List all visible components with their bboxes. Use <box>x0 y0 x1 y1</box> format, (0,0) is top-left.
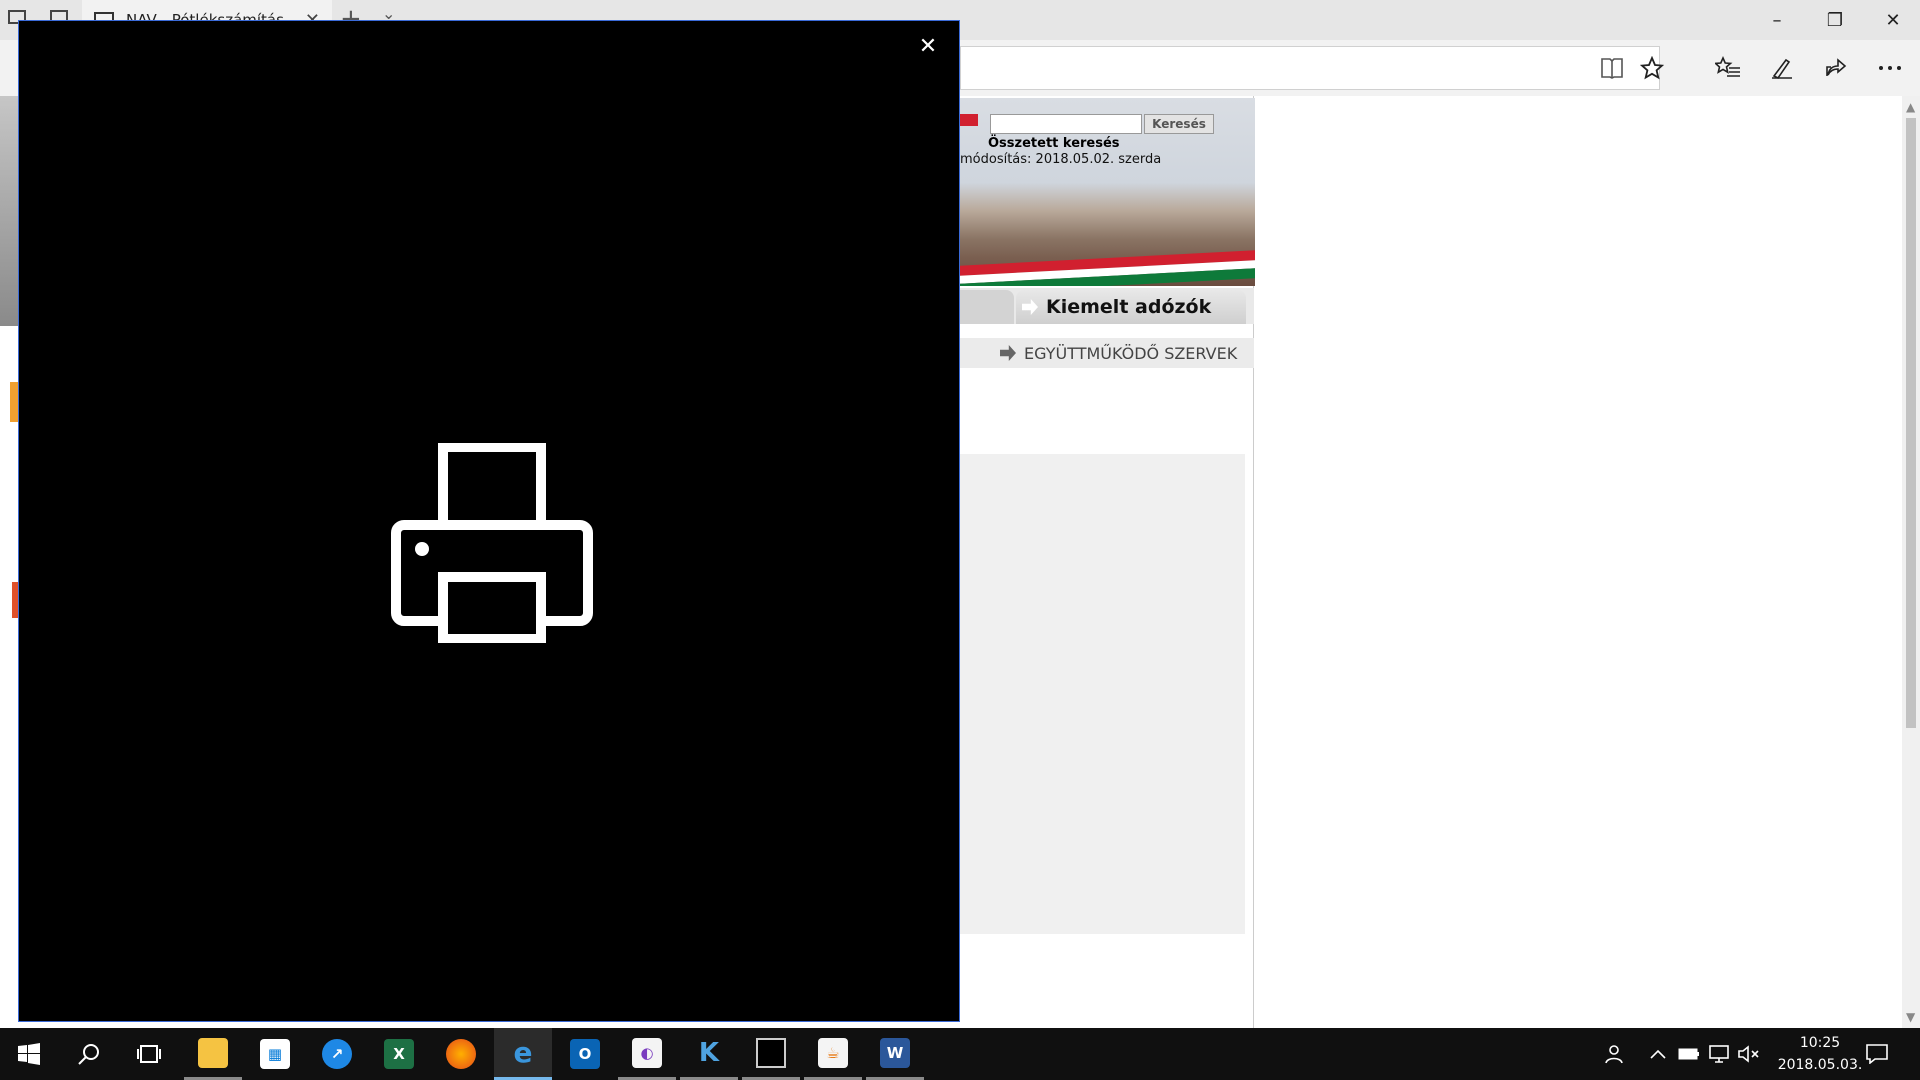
task-view-button[interactable] <box>120 1028 178 1080</box>
chevron-up-icon[interactable] <box>1650 1028 1666 1080</box>
print-dialog: ✕ <box>18 20 960 1022</box>
folder-icon <box>198 1037 228 1068</box>
word-icon: W <box>880 1037 910 1068</box>
taskbar-terminal[interactable] <box>742 1028 800 1080</box>
advanced-search-link[interactable]: Összetett keresés <box>988 136 1120 151</box>
battery-icon[interactable] <box>1678 1028 1700 1080</box>
last-modified-text: módosítás: 2018.05.02. szerda <box>960 152 1162 167</box>
content-panel <box>960 454 1245 934</box>
banner-fragment <box>0 96 20 326</box>
tab-featured-taxpayers[interactable]: Kiemelt adózók <box>1016 290 1246 324</box>
taskbar-word[interactable]: W <box>866 1028 924 1080</box>
arrow-right-icon <box>1000 345 1016 361</box>
taskbar-safari[interactable]: ↗ <box>308 1028 366 1080</box>
clock-time: 10:25 <box>1799 1035 1841 1051</box>
page-left-edge <box>0 96 20 1028</box>
volume-muted-icon[interactable] <box>1738 1028 1760 1080</box>
arrow-right-icon <box>1022 299 1038 315</box>
taskbar-excel[interactable]: X <box>370 1028 428 1080</box>
taskbar-store[interactable]: ▦ <box>246 1028 304 1080</box>
search-icon <box>78 1044 99 1065</box>
language-flag-icon[interactable] <box>960 114 978 126</box>
search-input[interactable] <box>990 114 1142 134</box>
start-button[interactable] <box>0 1028 58 1080</box>
close-icon[interactable]: ✕ <box>913 31 943 61</box>
minimize-button[interactable]: – <box>1750 0 1804 40</box>
search-button[interactable] <box>60 1028 118 1080</box>
taskbar-java[interactable]: ☕ <box>804 1028 862 1080</box>
taskbar-edge[interactable]: e <box>494 1028 552 1080</box>
partners-label: EGYÜTTMŰKÖDŐ SZERVEK <box>1024 343 1238 363</box>
k-app-icon: K <box>698 1037 720 1068</box>
share-icon[interactable] <box>1818 50 1854 86</box>
edge-icon: e <box>513 1036 533 1069</box>
close-window-button[interactable]: ✕ <box>1866 0 1920 40</box>
app-icon: ◐ <box>632 1037 662 1068</box>
taskbar-outlook[interactable]: O <box>556 1028 614 1080</box>
partners-link[interactable]: EGYÜTTMŰKÖDŐ SZERVEK <box>960 338 1254 368</box>
terminal-icon <box>756 1037 786 1068</box>
search-button[interactable]: Keresés <box>1144 114 1214 134</box>
excel-icon: X <box>384 1039 414 1069</box>
compass-icon: ↗ <box>322 1039 352 1069</box>
favorites-hub-icon[interactable] <box>1710 50 1746 86</box>
tab-featured-label: Kiemelt adózók <box>1046 296 1212 318</box>
windows-icon <box>18 1043 40 1065</box>
people-icon[interactable] <box>1602 1028 1626 1080</box>
firefox-icon <box>446 1039 476 1069</box>
outlook-icon: O <box>570 1039 600 1069</box>
printer-icon <box>391 443 593 643</box>
address-bar[interactable] <box>960 46 1660 90</box>
taskbar: ▦ ↗ X e O ◐ K ☕ W 10:25 2018.05.03. <box>0 1028 1920 1080</box>
network-icon[interactable] <box>1708 1028 1730 1080</box>
java-icon: ☕ <box>818 1037 848 1068</box>
page-tabs: Kiemelt adózók <box>960 288 1254 324</box>
scroll-down-icon[interactable]: ▼ <box>1906 1010 1915 1024</box>
more-icon[interactable] <box>1872 50 1908 86</box>
taskbar-file-explorer[interactable] <box>184 1028 242 1080</box>
page-tab-previous[interactable] <box>960 290 1014 324</box>
task-view-icon <box>137 1045 161 1063</box>
scroll-up-icon[interactable]: ▲ <box>1906 100 1915 114</box>
vertical-scrollbar[interactable]: ▲ ▼ <box>1902 96 1920 1028</box>
scroll-thumb[interactable] <box>1906 118 1916 728</box>
store-icon: ▦ <box>260 1039 290 1069</box>
favorite-star-icon[interactable] <box>1634 50 1670 86</box>
taskbar-app-generic[interactable]: ◐ <box>618 1028 676 1080</box>
restore-button[interactable]: ❐ <box>1808 0 1862 40</box>
taskbar-app-k[interactable]: K <box>680 1028 738 1080</box>
notifications-icon[interactable] <box>1866 1028 1888 1080</box>
reading-view-icon[interactable] <box>1594 50 1630 86</box>
clock-date: 2018.05.03. <box>1777 1057 1863 1073</box>
taskbar-firefox[interactable] <box>432 1028 490 1080</box>
clock[interactable]: 10:25 2018.05.03. <box>1760 1032 1880 1076</box>
pen-icon[interactable] <box>1764 50 1800 86</box>
